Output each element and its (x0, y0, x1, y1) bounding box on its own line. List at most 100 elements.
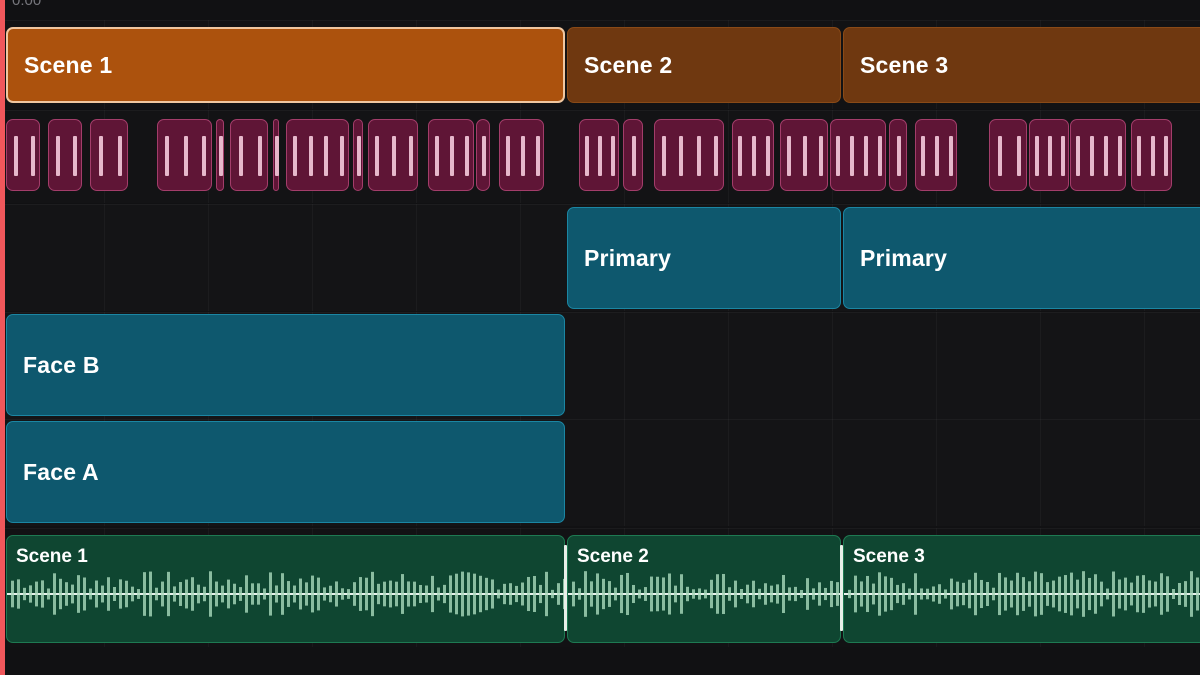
shot-tick (292, 136, 297, 176)
shot-tick (324, 136, 329, 176)
shot-block[interactable] (230, 119, 268, 191)
shot-tick (238, 136, 243, 176)
audio-clip-scene-2[interactable]: Scene 2 (567, 535, 841, 643)
shot-block[interactable] (157, 119, 212, 191)
shot-block[interactable] (1070, 119, 1126, 191)
shot-tick (1136, 136, 1141, 176)
timeline[interactable]: 0:00 Scene 1 Scene 2 Scene 3 Primary Pri… (0, 0, 1200, 675)
shot-tick (275, 136, 279, 176)
shot-block[interactable] (830, 119, 886, 191)
shot-block[interactable] (915, 119, 957, 191)
waveform (7, 571, 564, 617)
shot-tick (98, 136, 103, 176)
shot-tick (766, 136, 770, 176)
scene-clip-2[interactable]: Scene 2 (567, 27, 841, 103)
shot-tick (219, 136, 223, 176)
shot-tick (1164, 136, 1169, 176)
scene-clip-3[interactable]: Scene 3 (843, 27, 1200, 103)
shot-tick (878, 136, 882, 176)
shot-block[interactable] (579, 119, 619, 191)
shot-tick (55, 136, 60, 176)
shot-tick (1076, 136, 1080, 176)
face-a-label: Face A (23, 458, 99, 485)
shot-tick (997, 136, 1002, 176)
shot-tick (752, 136, 756, 176)
scene-clip-label: Scene 3 (860, 51, 949, 78)
shot-tick (598, 136, 602, 176)
shot-tick (257, 136, 262, 176)
shot-block[interactable] (499, 119, 544, 191)
shot-tick (375, 136, 380, 176)
scene-clip-label: Scene 2 (584, 51, 673, 78)
shot-tick (1118, 136, 1122, 176)
shot-tick (850, 136, 854, 176)
shot-tick (714, 136, 719, 176)
shot-block[interactable] (428, 119, 474, 191)
shot-tick (611, 136, 616, 176)
shot-tick (897, 136, 901, 176)
shot-tick (308, 136, 313, 176)
shot-block[interactable] (623, 119, 643, 191)
shot-tick (117, 136, 122, 176)
shot-tick (1016, 136, 1021, 176)
playhead[interactable] (0, 0, 5, 675)
shot-tick (165, 136, 170, 176)
shot-tick (450, 136, 454, 176)
shot-tick (696, 136, 701, 176)
audio-clip-scene-3[interactable]: Scene 3 (843, 535, 1200, 643)
shot-block[interactable] (654, 119, 724, 191)
shot-block[interactable] (90, 119, 128, 191)
shot-tick (183, 136, 188, 176)
audio-clip-label: Scene 1 (16, 546, 88, 567)
shot-tick (1104, 136, 1108, 176)
shot-block[interactable] (732, 119, 774, 191)
shot-tick (787, 136, 791, 176)
scene-clip-label: Scene 1 (24, 51, 113, 78)
shot-tick (505, 136, 510, 176)
shot-block[interactable] (353, 119, 363, 191)
shot-block[interactable] (889, 119, 907, 191)
shot-block[interactable] (780, 119, 828, 191)
shot-block[interactable] (216, 119, 224, 191)
audio-clip-label: Scene 2 (577, 546, 649, 567)
shot-tick (921, 136, 925, 176)
shot-tick (535, 136, 540, 176)
shot-tick (819, 136, 823, 176)
shot-block[interactable] (273, 119, 279, 191)
audio-cut-marker[interactable] (840, 545, 843, 631)
shot-tick (935, 136, 939, 176)
shot-tick (72, 136, 77, 176)
camera-clip-primary-1[interactable]: Primary (567, 207, 841, 309)
shot-block[interactable] (286, 119, 349, 191)
shot-tick (679, 136, 684, 176)
shot-tick (357, 136, 361, 176)
shot-block[interactable] (476, 119, 490, 191)
shot-tick (392, 136, 396, 176)
shot-tick (949, 136, 953, 176)
face-b-clip[interactable]: Face B (6, 314, 565, 416)
audio-clip-scene-1[interactable]: Scene 1 (6, 535, 565, 643)
face-b-label: Face B (23, 351, 100, 378)
shot-tick (482, 136, 486, 176)
face-a-clip[interactable]: Face A (6, 421, 565, 523)
shot-block[interactable] (989, 119, 1027, 191)
scene-clip-1[interactable]: Scene 1 (6, 27, 565, 103)
shot-tick (803, 136, 807, 176)
shot-block[interactable] (6, 119, 40, 191)
shot-tick (13, 136, 18, 176)
audio-cut-marker[interactable] (564, 545, 567, 631)
shot-block[interactable] (368, 119, 418, 191)
shot-block[interactable] (1131, 119, 1172, 191)
shot-tick (738, 136, 742, 176)
camera-clip-label: Primary (584, 244, 672, 271)
audio-clip-label: Scene 3 (853, 546, 925, 567)
shot-block[interactable] (1029, 119, 1069, 191)
shot-tick (632, 136, 636, 176)
shot-block[interactable] (48, 119, 82, 191)
camera-clip-label: Primary (860, 244, 948, 271)
camera-clip-primary-2[interactable]: Primary (843, 207, 1200, 309)
shot-tick (864, 136, 868, 176)
shot-tick (340, 136, 345, 176)
shot-tick (1034, 136, 1039, 176)
shot-tick (1150, 136, 1155, 176)
